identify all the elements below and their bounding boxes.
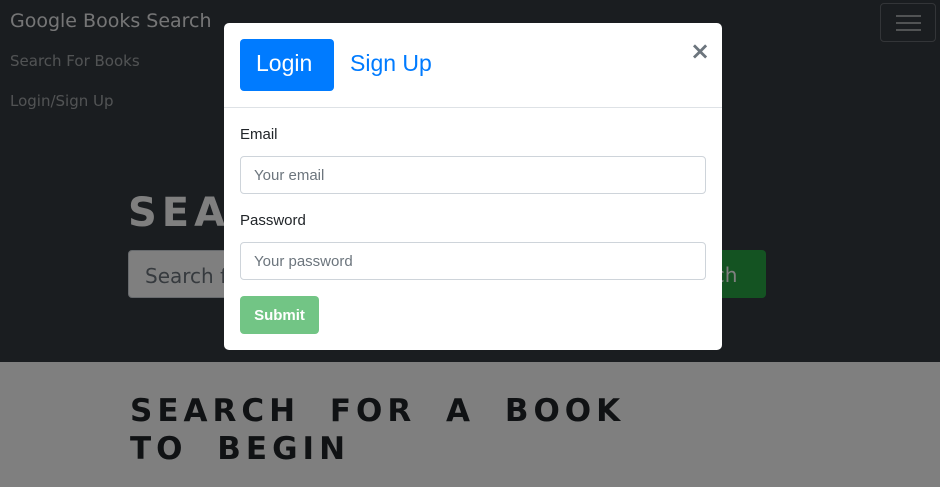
submit-button[interactable]: Submit [240,296,319,334]
password-field[interactable] [240,242,706,280]
tab-login[interactable]: Login [240,39,334,91]
auth-modal: Login Sign Up × Email Password Submit [224,23,722,350]
email-label: Email [240,126,278,143]
tab-sign-up[interactable]: Sign Up [334,39,448,91]
email-field[interactable] [240,156,706,194]
close-icon[interactable]: × [690,37,710,65]
modal-header: Login Sign Up × [224,23,722,108]
password-label: Password [240,212,306,229]
